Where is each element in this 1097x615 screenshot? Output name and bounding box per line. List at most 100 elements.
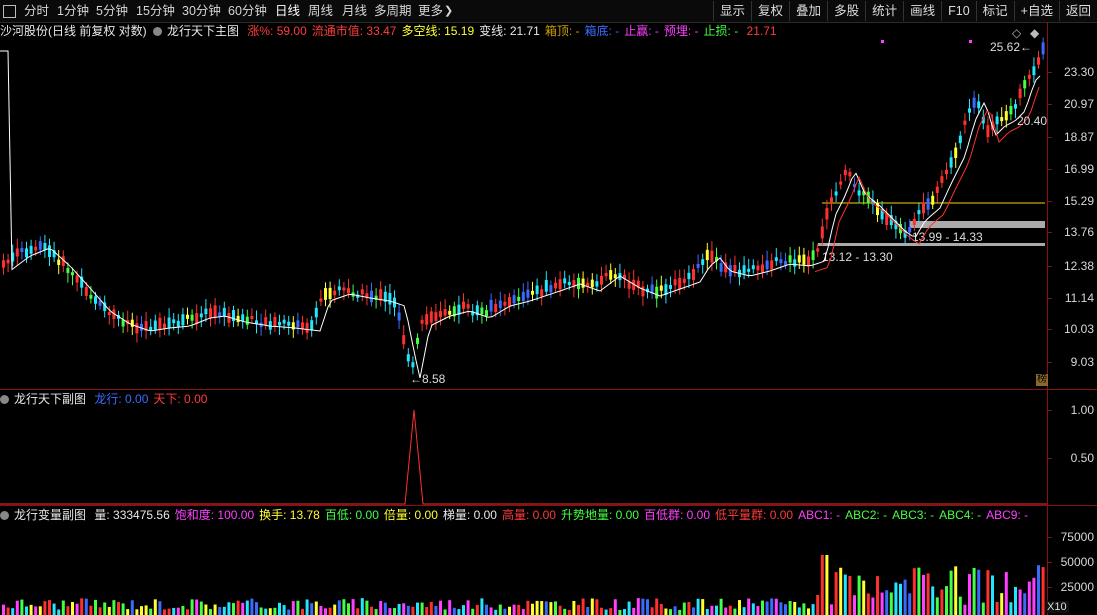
candle bbox=[241, 314, 245, 322]
candle bbox=[347, 288, 350, 294]
candle bbox=[342, 287, 346, 291]
tab-0[interactable]: 分时 bbox=[24, 3, 49, 19]
candle bbox=[365, 293, 369, 298]
candle bbox=[89, 294, 93, 299]
toolbar-button-1[interactable]: 复权 bbox=[751, 1, 789, 21]
candlestick-chart[interactable]: 13.99 - 14.3313.12 - 13.3025.62←←8.5820.… bbox=[0, 22, 1047, 389]
candle bbox=[945, 169, 948, 175]
volume-bar bbox=[121, 603, 125, 615]
candle bbox=[843, 169, 847, 176]
volume-bar bbox=[107, 606, 111, 615]
tab-6[interactable]: 日线 bbox=[275, 3, 300, 19]
candle bbox=[563, 278, 567, 284]
candle bbox=[199, 313, 203, 318]
tab-1[interactable]: 1分钟 bbox=[57, 3, 89, 19]
sub-chart-1[interactable]: 龙行天下副图 龙行: 0.00 天下: 0.00 bbox=[0, 390, 1047, 506]
tab-7[interactable]: 周线 bbox=[308, 3, 333, 19]
candle bbox=[38, 241, 42, 250]
sub1-axis: 1.00 0.50 bbox=[1047, 390, 1097, 506]
main-chart-panel[interactable]: 沙河股份(日线 前复权 对数) 龙行天下主图 涨%: 59.00 流通市值: 33… bbox=[0, 22, 1047, 390]
volume-bar bbox=[305, 599, 309, 615]
candle bbox=[107, 311, 111, 316]
tab-2[interactable]: 5分钟 bbox=[96, 3, 128, 19]
candle bbox=[43, 243, 47, 251]
volume-bar bbox=[15, 600, 19, 615]
tab-10[interactable]: 更多 bbox=[418, 3, 443, 19]
candle bbox=[163, 323, 166, 329]
volume-bar bbox=[641, 598, 645, 615]
volume-bar bbox=[287, 609, 291, 615]
volume-bar bbox=[443, 609, 447, 615]
high-price-label: 25.62← bbox=[990, 40, 1032, 54]
volume-bar bbox=[356, 608, 360, 615]
candle bbox=[940, 176, 944, 183]
volume-bar bbox=[167, 608, 171, 615]
corner-badge[interactable]: 榜 bbox=[1036, 374, 1048, 386]
volume-bar bbox=[457, 609, 461, 615]
volume-tick bbox=[1048, 562, 1052, 563]
volume-bar bbox=[577, 604, 580, 615]
toolbar-button-9[interactable]: 返回 bbox=[1058, 1, 1097, 21]
tab-9[interactable]: 多周期 bbox=[374, 3, 412, 19]
toolbar-button-6[interactable]: F10 bbox=[941, 1, 976, 21]
volume-bar bbox=[172, 607, 176, 615]
volume-bar bbox=[75, 603, 79, 615]
candle bbox=[756, 265, 760, 271]
window-menu-icon[interactable] bbox=[3, 5, 16, 18]
candle bbox=[429, 311, 433, 323]
volume-bar bbox=[232, 603, 235, 615]
diamond-filled-icon: ◆ bbox=[1030, 26, 1040, 40]
volume-bar bbox=[954, 566, 958, 615]
tab-8[interactable]: 月线 bbox=[342, 3, 367, 19]
toolbar-button-2[interactable]: 叠加 bbox=[789, 1, 827, 21]
volume-bar bbox=[636, 598, 640, 615]
sub-chart-2[interactable]: 龙行变量副图 量: 333475.56 饱和度: 100.00 换手: 13.78 百… bbox=[0, 506, 1047, 615]
volume-bar bbox=[494, 609, 498, 615]
candle bbox=[908, 227, 912, 233]
price-tick-label: 20.97 bbox=[1063, 97, 1094, 111]
volume-bar bbox=[181, 605, 185, 615]
price-tick-label: 13.76 bbox=[1063, 225, 1094, 239]
volume-bar bbox=[324, 608, 327, 615]
toolbar-button-0[interactable]: 显示 bbox=[713, 1, 751, 21]
candle bbox=[236, 315, 240, 323]
volume-bar bbox=[503, 608, 507, 615]
toolbar-button-4[interactable]: 统计 bbox=[865, 1, 903, 21]
volume-bar bbox=[429, 601, 433, 615]
tab-3[interactable]: 15分钟 bbox=[136, 3, 175, 19]
volume-bar bbox=[899, 583, 902, 615]
volume-bar bbox=[696, 598, 700, 615]
candle bbox=[535, 285, 539, 295]
tab-4[interactable]: 30分钟 bbox=[182, 3, 221, 19]
volume-bar bbox=[788, 601, 792, 615]
price-tick bbox=[1048, 329, 1052, 330]
toolbar-button-5[interactable]: 画线 bbox=[903, 1, 941, 21]
candle bbox=[420, 319, 424, 324]
volume-bar bbox=[540, 601, 544, 615]
candle bbox=[20, 247, 24, 253]
candle bbox=[153, 320, 157, 330]
candle bbox=[567, 281, 571, 286]
volume-bar bbox=[779, 602, 783, 615]
toolbar-button-8[interactable]: +自选 bbox=[1013, 1, 1059, 21]
price-tick bbox=[1048, 298, 1052, 299]
more-chevron-icon[interactable]: ❯ bbox=[444, 3, 453, 19]
candle bbox=[682, 278, 686, 283]
candle bbox=[802, 254, 806, 265]
toolbar-button-3[interactable]: 多股 bbox=[827, 1, 865, 21]
tab-5[interactable]: 60分钟 bbox=[228, 3, 267, 19]
toolbar-button-7[interactable]: 标记 bbox=[975, 1, 1014, 21]
sub1-line-chart[interactable] bbox=[0, 390, 1047, 505]
ma-end-label: 20.40 bbox=[1017, 114, 1047, 128]
volume-bar bbox=[968, 574, 971, 615]
volume-bar bbox=[710, 605, 714, 615]
price-tick-label: 15.29 bbox=[1063, 194, 1094, 208]
volume-chart[interactable] bbox=[0, 506, 1047, 615]
volume-bar bbox=[319, 605, 323, 615]
candle bbox=[135, 323, 139, 334]
volume-bar bbox=[554, 601, 557, 615]
volume-bar bbox=[508, 606, 511, 615]
volume-bar bbox=[2, 604, 5, 615]
volume-bar bbox=[701, 599, 705, 615]
volume-bar bbox=[848, 575, 852, 615]
